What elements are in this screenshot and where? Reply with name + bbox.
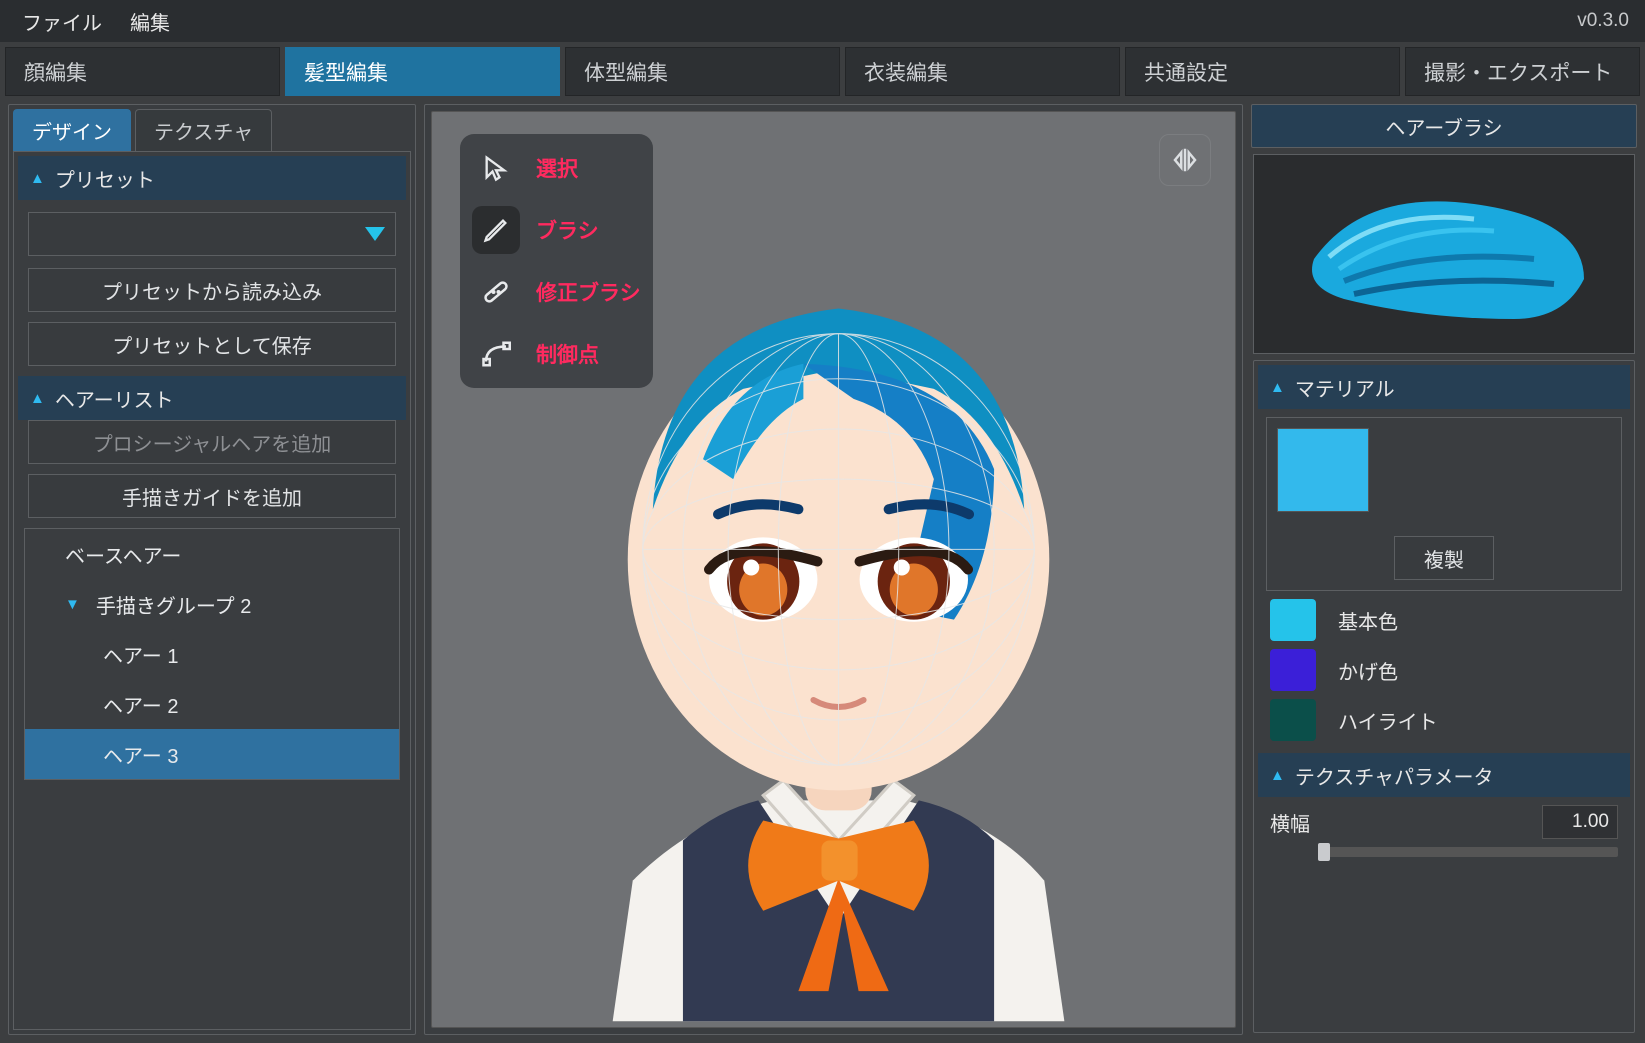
cursor-icon	[472, 144, 520, 192]
material-box: 複製	[1266, 417, 1622, 591]
add-guide-button[interactable]: 手描きガイドを追加	[28, 474, 396, 518]
mirror-icon	[1170, 145, 1200, 175]
hairlist-header-label: ヘアーリスト	[55, 384, 174, 413]
preset-header[interactable]: ▲プリセット	[18, 156, 406, 200]
param-width-value[interactable]: 1.00	[1542, 805, 1618, 839]
preset-header-label: プリセット	[55, 164, 155, 193]
tool-fix-label: 修正ブラシ	[536, 277, 641, 307]
hair-toolbox: 選択 ブラシ 修正ブラシ	[460, 134, 653, 388]
preset-save-button[interactable]: プリセットとして保存	[28, 322, 396, 366]
material-header[interactable]: ▲マテリアル	[1258, 365, 1630, 409]
list-item[interactable]: ヘアー 1	[25, 629, 399, 679]
mirror-button[interactable]	[1159, 134, 1211, 186]
menubar: ファイル 編集 v0.3.0	[0, 0, 1645, 42]
menu-file[interactable]: ファイル	[8, 1, 116, 42]
pencil-icon	[472, 206, 520, 254]
slider-knob[interactable]	[1318, 843, 1330, 861]
duplicate-material-button[interactable]: 複製	[1394, 536, 1494, 580]
hairbrush-preview	[1253, 154, 1635, 354]
right-panel: ヘアーブラシ ▲マテリアル 複製 基本色	[1251, 104, 1637, 1035]
subtab-design[interactable]: デザイン	[13, 109, 131, 151]
bandage-icon	[472, 268, 520, 316]
preset-load-button[interactable]: プリセットから読み込み	[28, 268, 396, 312]
texparam-header-label: テクスチャパラメータ	[1295, 761, 1494, 790]
tool-select[interactable]: 選択	[472, 144, 641, 192]
tab-common[interactable]: 共通設定	[1125, 47, 1400, 96]
hairbrush-title: ヘアーブラシ	[1251, 104, 1637, 148]
tool-control-points[interactable]: 制御点	[472, 330, 641, 378]
tool-select-label: 選択	[536, 153, 578, 183]
list-item[interactable]: ▼手描きグループ 2	[25, 579, 399, 629]
material-swatch[interactable]	[1277, 428, 1369, 512]
tab-hair[interactable]: 髪型編集	[285, 47, 560, 96]
color-swatch[interactable]	[1270, 699, 1316, 741]
color-shade-row[interactable]: かげ色	[1270, 649, 1618, 691]
param-width-slider[interactable]	[1318, 847, 1618, 857]
tab-body[interactable]: 体型編集	[565, 47, 840, 96]
color-swatch[interactable]	[1270, 599, 1316, 641]
hairlist-header[interactable]: ▲ヘアーリスト	[18, 376, 406, 420]
color-label: ハイライト	[1338, 706, 1438, 735]
tab-costume[interactable]: 衣装編集	[845, 47, 1120, 96]
color-base-row[interactable]: 基本色	[1270, 599, 1618, 641]
texparam-header[interactable]: ▲テクスチャパラメータ	[1258, 753, 1630, 797]
viewport-panel: 選択 ブラシ 修正ブラシ	[424, 104, 1243, 1035]
material-header-label: マテリアル	[1295, 373, 1395, 402]
preset-dropdown[interactable]	[28, 212, 396, 256]
bezier-icon	[472, 330, 520, 378]
viewport-3d[interactable]: 選択 ブラシ 修正ブラシ	[431, 111, 1236, 1028]
color-swatch[interactable]	[1270, 649, 1316, 691]
list-item[interactable]: ヘアー 2	[25, 679, 399, 729]
param-width-row: 横幅 1.00	[1270, 805, 1618, 839]
tool-fix-brush[interactable]: 修正ブラシ	[472, 268, 641, 316]
tool-brush[interactable]: ブラシ	[472, 206, 641, 254]
param-label: 横幅	[1270, 808, 1310, 837]
version-label: v0.3.0	[1577, 10, 1637, 32]
color-label: かげ色	[1338, 656, 1398, 685]
list-item[interactable]: ベースヘアー	[25, 529, 399, 579]
subtab-texture[interactable]: テクスチャ	[135, 109, 272, 151]
list-item[interactable]: ヘアー 3	[25, 729, 399, 779]
color-highlight-row[interactable]: ハイライト	[1270, 699, 1618, 741]
tab-face[interactable]: 顔編集	[5, 47, 280, 96]
menu-edit[interactable]: 編集	[116, 1, 184, 42]
hair-strand-icon	[1284, 169, 1604, 339]
add-procedural-hair-button[interactable]: プロシージャルヘアを追加	[28, 420, 396, 464]
tool-brush-label: ブラシ	[536, 215, 599, 245]
tool-control-label: 制御点	[536, 339, 599, 369]
color-label: 基本色	[1338, 606, 1398, 635]
tab-export[interactable]: 撮影・エクスポート	[1405, 47, 1640, 96]
left-panel: デザイン テクスチャ ▲プリセット プリセットから読み込み プリセットとして保存…	[8, 104, 416, 1035]
hair-list: ベースヘアー ▼手描きグループ 2 ヘアー 1 ヘアー 2 ヘアー 3	[24, 528, 400, 780]
main-tabs: 顔編集 髪型編集 体型編集 衣装編集 共通設定 撮影・エクスポート	[0, 42, 1645, 96]
